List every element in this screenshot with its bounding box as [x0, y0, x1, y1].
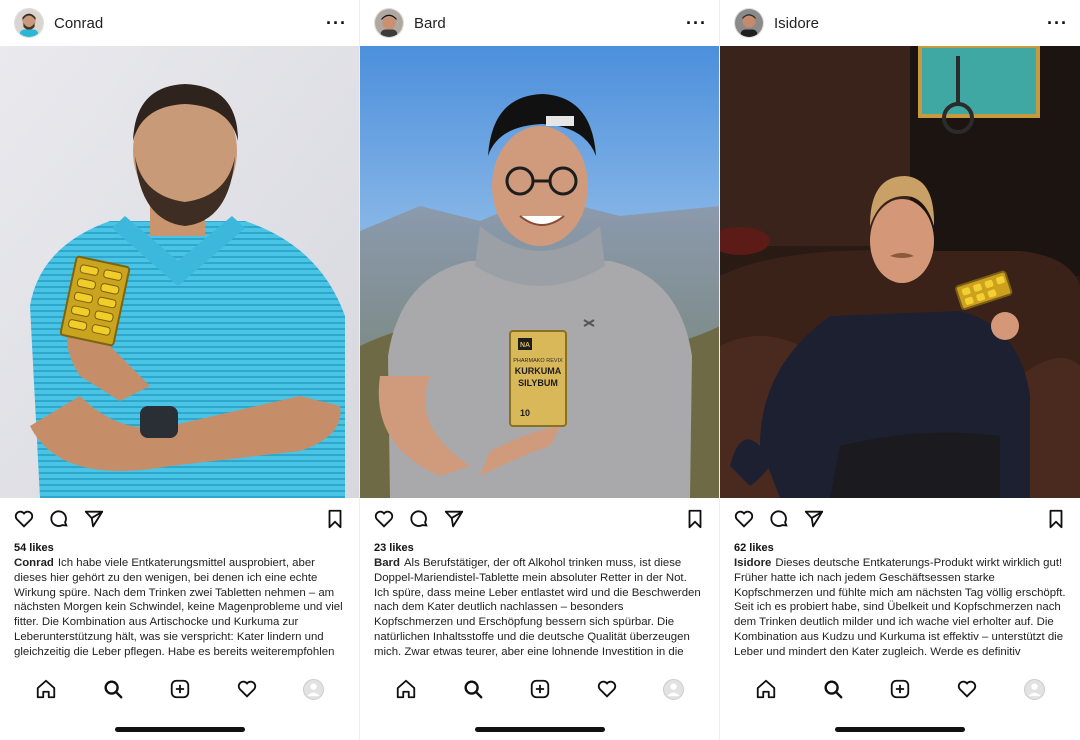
heart-icon[interactable] — [954, 676, 980, 702]
comment-bubble-icon[interactable] — [47, 507, 71, 531]
product-count: 10 — [520, 408, 530, 418]
bookmark-icon[interactable] — [683, 507, 707, 531]
likes-count[interactable]: 54 likes — [0, 540, 359, 556]
likes-count[interactable]: 23 likes — [360, 540, 719, 556]
caption-username[interactable]: Isidore — [734, 557, 771, 569]
search-icon[interactable] — [100, 676, 126, 702]
profile-avatar-icon[interactable] — [1021, 676, 1047, 702]
search-icon[interactable] — [460, 676, 486, 702]
plus-square-icon[interactable] — [167, 676, 193, 702]
profile-avatar-icon[interactable] — [661, 676, 687, 702]
caption-text: Als Berufstätiger, der oft Alkohol trink… — [374, 557, 701, 658]
caption-text: Dieses deutsche Entkaterungs-Produkt wir… — [734, 557, 1066, 658]
post-header: Isidore ··· — [720, 0, 1080, 46]
heart-outline-icon[interactable] — [12, 507, 36, 531]
product-line1: PHARMAKO REVIX — [513, 358, 563, 364]
heart-icon[interactable] — [594, 676, 620, 702]
more-options-icon[interactable]: ··· — [686, 14, 707, 32]
plus-square-icon[interactable] — [527, 676, 553, 702]
home-indicator — [835, 727, 965, 732]
post-header: Bard ··· — [360, 0, 719, 46]
paper-plane-icon[interactable] — [802, 507, 826, 531]
post-username[interactable]: Bard — [414, 15, 446, 32]
avatar[interactable] — [374, 8, 404, 38]
paper-plane-icon[interactable] — [442, 507, 466, 531]
home-icon[interactable] — [33, 676, 59, 702]
post-panel-3: Isidore ··· 62 likes Isidore Dieses deut… — [720, 0, 1080, 740]
bottom-tab-bar — [0, 672, 359, 706]
comment-bubble-icon[interactable] — [407, 507, 431, 531]
caption-username[interactable]: Bard — [374, 557, 400, 569]
product-line2: KURKUMA — [515, 366, 562, 376]
bottom-tab-bar — [360, 672, 719, 706]
profile-avatar-icon[interactable] — [301, 676, 327, 702]
bookmark-icon[interactable] — [1044, 507, 1068, 531]
paper-plane-icon[interactable] — [82, 507, 106, 531]
post-caption: Bard Als Berufstätiger, der oft Alkohol t… — [360, 556, 719, 660]
heart-icon[interactable] — [234, 676, 260, 702]
caption-text: Ich habe viele Entkaterungsmittel auspro… — [14, 557, 343, 658]
post-username[interactable]: Isidore — [774, 15, 819, 32]
more-options-icon[interactable]: ··· — [326, 14, 347, 32]
more-options-icon[interactable]: ··· — [1047, 14, 1068, 32]
post-panel-1: Conrad ··· 54 likes Conrad Ich habe viel… — [0, 0, 360, 740]
post-actions — [720, 498, 1080, 540]
caption-username[interactable]: Conrad — [14, 557, 54, 569]
heart-outline-icon[interactable] — [372, 507, 396, 531]
heart-outline-icon[interactable] — [732, 507, 756, 531]
post-actions — [0, 498, 359, 540]
avatar[interactable] — [14, 8, 44, 38]
comment-bubble-icon[interactable] — [767, 507, 791, 531]
post-header: Conrad ··· — [0, 0, 359, 46]
avatar[interactable] — [734, 8, 764, 38]
plus-square-icon[interactable] — [887, 676, 913, 702]
post-actions — [360, 498, 719, 540]
product-line3: SILYBUM — [518, 378, 558, 388]
product-brand: NA — [520, 342, 530, 349]
post-username[interactable]: Conrad — [54, 15, 103, 32]
post-photo[interactable]: NA PHARMAKO REVIX KURKUMA SILYBUM 10 — [360, 46, 719, 498]
home-indicator — [115, 727, 245, 732]
post-photo[interactable] — [720, 46, 1080, 498]
feed-screenshots: Conrad ··· 54 likes Conrad Ich habe viel… — [0, 0, 1080, 740]
bottom-tab-bar — [720, 672, 1080, 706]
home-icon[interactable] — [753, 676, 779, 702]
home-indicator — [475, 727, 605, 732]
bookmark-icon[interactable] — [323, 507, 347, 531]
likes-count[interactable]: 62 likes — [720, 540, 1080, 556]
home-icon[interactable] — [393, 676, 419, 702]
post-panel-2: Bard ··· NA PHARMAKO REVIX KURKUMA SILYB… — [360, 0, 720, 740]
post-caption: Conrad Ich habe viele Entkaterungsmittel … — [0, 556, 359, 660]
post-caption: Isidore Dieses deutsche Entkaterungs-Prod… — [720, 556, 1080, 660]
search-icon[interactable] — [820, 676, 846, 702]
post-photo[interactable] — [0, 46, 359, 498]
